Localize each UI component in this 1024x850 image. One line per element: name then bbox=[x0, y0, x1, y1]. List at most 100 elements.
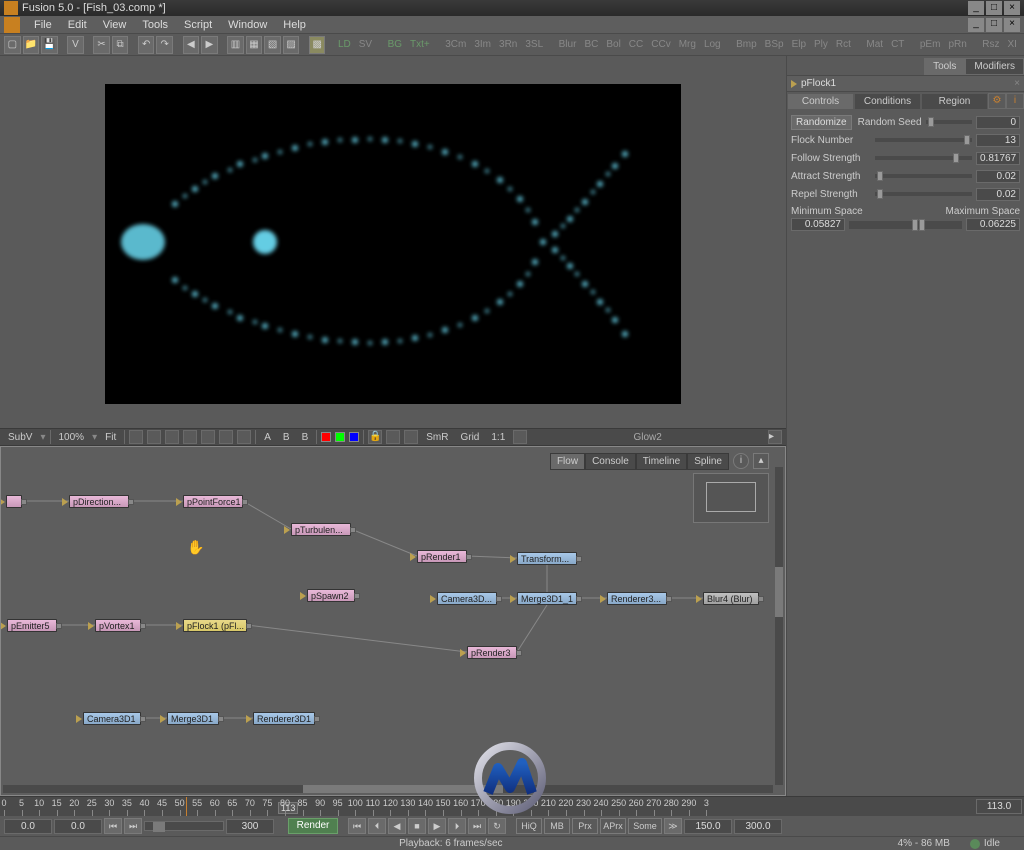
tool-cc[interactable]: CC bbox=[626, 39, 646, 50]
b2-channel-button[interactable]: B bbox=[298, 432, 313, 443]
node-n0[interactable] bbox=[6, 495, 22, 508]
a-channel-button[interactable]: A bbox=[260, 432, 275, 443]
layout1-button[interactable]: ▥ bbox=[227, 36, 244, 54]
gear-icon[interactable]: ⚙ bbox=[988, 93, 1006, 109]
node-n10[interactable]: Blur4 (Blur) bbox=[703, 592, 759, 605]
node-n15[interactable]: Camera3D1 bbox=[83, 712, 141, 725]
menu-script[interactable]: Script bbox=[176, 19, 220, 31]
mb-button[interactable]: MB bbox=[544, 818, 570, 834]
flow-vscroll[interactable] bbox=[775, 467, 783, 785]
aprx-button[interactable]: APrx bbox=[600, 818, 626, 834]
viewer-panel[interactable] bbox=[0, 56, 786, 428]
flocknumber-value[interactable]: 13 bbox=[976, 134, 1020, 147]
flow-navigator[interactable] bbox=[693, 473, 769, 523]
tab-flow[interactable]: Flow bbox=[550, 453, 585, 470]
tool-rct[interactable]: Rct bbox=[833, 39, 854, 50]
b-channel-button[interactable]: B bbox=[279, 432, 294, 443]
layout4-button[interactable]: ▨ bbox=[283, 36, 300, 54]
followstrength-slider[interactable] bbox=[875, 156, 972, 160]
step-back-button[interactable]: ◀ bbox=[183, 36, 200, 54]
node-n8[interactable]: Merge3D1_1 bbox=[517, 592, 577, 605]
tool-3im[interactable]: 3Im bbox=[471, 39, 494, 50]
red-channel-icon[interactable] bbox=[321, 432, 331, 442]
subtab-conditions[interactable]: Conditions bbox=[854, 93, 921, 110]
node-n6[interactable]: pSpawn2 bbox=[307, 589, 355, 602]
misc1-icon[interactable] bbox=[386, 430, 400, 444]
tab-console[interactable]: Console bbox=[585, 453, 636, 470]
repelstrength-slider[interactable] bbox=[875, 192, 972, 196]
range-out-field[interactable]: 300.0 bbox=[734, 819, 782, 834]
playhead[interactable] bbox=[186, 797, 187, 816]
flow-hscroll[interactable] bbox=[3, 785, 773, 793]
[interactable]: Region bbox=[921, 93, 988, 110]
node-n17[interactable]: Renderer3D1 bbox=[253, 712, 315, 725]
followstrength-value[interactable]: 0.81767 bbox=[976, 152, 1020, 165]
flow-canvas[interactable]: pDirection...pPointForce1pTurbulen...pRe… bbox=[1, 447, 785, 795]
tool-ccv[interactable]: CCv bbox=[648, 39, 673, 50]
range-start-button[interactable]: ⏮ bbox=[104, 818, 122, 834]
range-end-button[interactable]: ⏭ bbox=[124, 818, 142, 834]
attractstrength-value[interactable]: 0.02 bbox=[976, 170, 1020, 183]
tool-txt[interactable]: Txt+ bbox=[407, 39, 433, 50]
flow-info-icon[interactable]: i bbox=[733, 453, 749, 469]
space-range-slider[interactable] bbox=[849, 221, 962, 229]
node-n5[interactable]: Transform... bbox=[517, 552, 577, 565]
subv-dropdown[interactable]: SubV bbox=[4, 432, 36, 443]
minspace-value[interactable]: 0.05827 bbox=[791, 218, 845, 231]
repelstrength-value[interactable]: 0.02 bbox=[976, 188, 1020, 201]
open-button[interactable]: 📁 bbox=[23, 36, 40, 54]
child-close-button[interactable]: × bbox=[1004, 18, 1020, 32]
render-button[interactable]: Render bbox=[288, 818, 338, 834]
tool-rsz[interactable]: Rsz bbox=[979, 39, 1002, 50]
grid-button[interactable]: Grid bbox=[456, 432, 483, 443]
rect-tool-icon[interactable] bbox=[219, 430, 233, 444]
flow-expand-icon[interactable]: ▴ bbox=[753, 453, 769, 469]
node-n9[interactable]: Renderer3... bbox=[607, 592, 667, 605]
child-minimize-button[interactable]: _ bbox=[968, 18, 984, 32]
tool-3rn[interactable]: 3Rn bbox=[496, 39, 520, 50]
tool-3cm[interactable]: 3Cm bbox=[442, 39, 469, 50]
copy-button[interactable]: ⧉ bbox=[112, 36, 129, 54]
step-fwd-button[interactable]: ⏵ bbox=[448, 818, 466, 834]
menu-help[interactable]: Help bbox=[275, 19, 314, 31]
tool-sv[interactable]: SV bbox=[356, 39, 375, 50]
some-button[interactable]: Some bbox=[628, 818, 662, 834]
loop-button[interactable]: ↻ bbox=[488, 818, 506, 834]
node-n3[interactable]: pTurbulen... bbox=[291, 523, 351, 536]
renderend-field[interactable]: 300 bbox=[226, 819, 274, 834]
tool-prn[interactable]: pRn bbox=[945, 39, 969, 50]
randomseed-slider[interactable] bbox=[926, 120, 972, 124]
tab-tools[interactable]: Tools bbox=[924, 58, 965, 75]
goto-end-button[interactable]: ⏭ bbox=[468, 818, 486, 834]
menu-view[interactable]: View bbox=[95, 19, 135, 31]
tab-timeline[interactable]: Timeline bbox=[636, 453, 687, 470]
save-button[interactable]: 💾 bbox=[41, 36, 58, 54]
node-n7[interactable]: Camera3D... bbox=[437, 592, 497, 605]
tool-mat[interactable]: Mat bbox=[863, 39, 886, 50]
menu-tools[interactable]: Tools bbox=[134, 19, 176, 31]
node-n12[interactable]: pVortex1 bbox=[95, 619, 141, 632]
redo-button[interactable]: ↷ bbox=[156, 36, 173, 54]
layout5-button[interactable]: ▩ bbox=[309, 36, 326, 54]
maximize-button[interactable]: □ bbox=[986, 1, 1002, 15]
misc3-icon[interactable] bbox=[513, 430, 527, 444]
node-n11[interactable]: pEmitter5 bbox=[7, 619, 57, 632]
subtab-controls[interactable]: Controls bbox=[787, 93, 854, 110]
v-button[interactable]: V bbox=[67, 36, 84, 54]
minimize-button[interactable]: _ bbox=[968, 1, 984, 15]
node-n1[interactable]: pDirection... bbox=[69, 495, 129, 508]
attractstrength-slider[interactable] bbox=[875, 174, 972, 178]
tab-modifiers[interactable]: Modifiers bbox=[965, 58, 1024, 75]
tool-xi[interactable]: XI bbox=[1005, 39, 1020, 50]
node-n16[interactable]: Merge3D1 bbox=[167, 712, 219, 725]
layout2-button[interactable]: ▦ bbox=[246, 36, 263, 54]
info-icon[interactable]: i bbox=[1006, 93, 1024, 109]
timeline-end-value[interactable]: 113.0 bbox=[976, 799, 1022, 814]
tool-bsp[interactable]: BSp bbox=[762, 39, 787, 50]
child-maximize-button[interactable]: □ bbox=[986, 18, 1002, 32]
line-tool-icon[interactable] bbox=[201, 430, 215, 444]
play-back-button[interactable]: ◀ bbox=[388, 818, 406, 834]
circle-tool-icon[interactable] bbox=[237, 430, 251, 444]
node-n13[interactable]: pFlock1 (pFl... bbox=[183, 619, 247, 632]
range-slider[interactable] bbox=[144, 821, 224, 831]
